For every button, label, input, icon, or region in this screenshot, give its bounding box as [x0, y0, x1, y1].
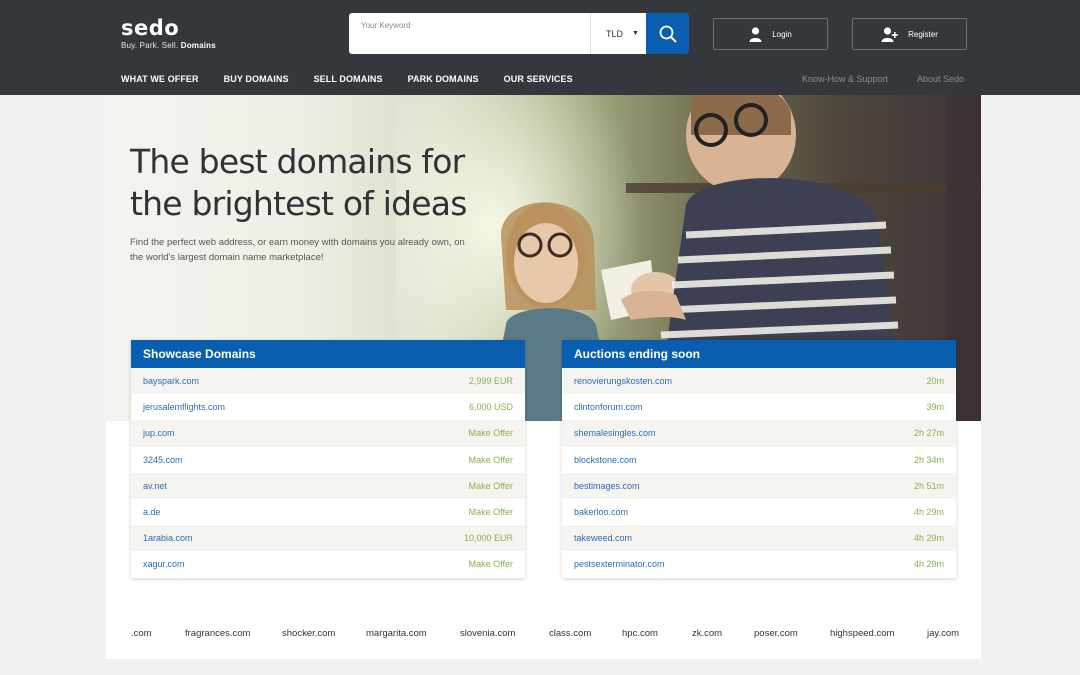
domain-link[interactable]: bayspark.com [143, 376, 199, 386]
main-nav: WHAT WE OFFER BUY DOMAINS SELL DOMAINS P… [121, 74, 598, 84]
domain-link[interactable]: xagur.com [143, 559, 185, 569]
auctions-title: Auctions ending soon [562, 340, 956, 368]
nav-park-domains[interactable]: PARK DOMAINS [408, 74, 479, 84]
user-icon [749, 26, 762, 42]
nav-our-services[interactable]: OUR SERVICES [504, 74, 573, 84]
ticker-item[interactable]: hpc.com [622, 628, 658, 639]
auctions-list: renovierungskosten.com 20m clintonforum.c… [562, 368, 956, 578]
nav-sell-domains[interactable]: SELL DOMAINS [314, 74, 383, 84]
price: Make Offer [468, 454, 513, 465]
time-left: 39m [926, 402, 944, 413]
list-item[interactable]: bestimages.com 2h 51m [562, 472, 956, 499]
ticker-item[interactable]: highspeed.com [830, 628, 894, 639]
domain-link[interactable]: renovierungskosten.com [574, 376, 672, 386]
list-item[interactable]: bakerloo.com 4h 29m [562, 499, 956, 525]
list-item[interactable]: av.net Make Offer [131, 472, 525, 499]
domain-link[interactable]: shemalesingles.com [574, 428, 656, 438]
register-button[interactable]: Register [852, 18, 967, 50]
tld-select[interactable]: TLD ▼ [590, 13, 646, 54]
login-button[interactable]: Login [713, 18, 828, 50]
list-item[interactable]: xagur.com Make Offer [131, 551, 525, 577]
nav-about-sedo[interactable]: About Sedo [917, 74, 964, 84]
time-left: 2h 27m [913, 428, 944, 439]
nav-buy-domains[interactable]: BUY DOMAINS [224, 74, 289, 84]
domain-link[interactable]: pestsexterminator.com [574, 559, 665, 569]
time-left: 4h 29m [913, 507, 944, 518]
search-bar: Your Keyword TLD ▼ [349, 13, 689, 54]
tld-label: TLD [606, 28, 624, 39]
domain-link[interactable]: jerusalemflights.com [143, 402, 225, 412]
hero-subtitle: Find the perfect web address, or earn mo… [130, 237, 465, 263]
domain-ticker: .com fragrances.com shocker.com margarit… [106, 628, 981, 642]
hero-title-line-1: The best domains for [130, 142, 465, 181]
list-item[interactable]: clintonforum.com 39m [562, 394, 956, 420]
price: 6,000 USD [468, 402, 513, 413]
time-left: 4h 29m [913, 559, 944, 570]
price: Make Offer [468, 480, 513, 491]
ticker-item[interactable]: jay.com [927, 628, 959, 639]
nav-what-we-offer[interactable]: WHAT WE OFFER [121, 74, 199, 84]
logo-tagline: Buy. Park. Sell. Domains [121, 41, 216, 50]
chevron-down-icon: ▼ [632, 30, 639, 37]
price: Make Offer [468, 428, 513, 439]
domain-link[interactable]: a.de [143, 507, 161, 517]
price: Make Offer [468, 559, 513, 570]
list-item[interactable]: shemalesingles.com 2h 27m [562, 420, 956, 447]
ticker-item[interactable]: slovenia.com [460, 628, 515, 639]
ticker-item[interactable]: shocker.com [282, 628, 335, 639]
logo-name: sedo [121, 16, 180, 40]
auctions-card: Auctions ending soon renovierungskosten.… [562, 340, 956, 578]
domain-link[interactable]: bakerloo.com [574, 507, 628, 517]
register-label: Register [908, 29, 938, 39]
list-item[interactable]: 1arabia.com 10,000 EUR [131, 525, 525, 552]
list-item[interactable]: renovierungskosten.com 20m [562, 368, 956, 395]
list-item[interactable]: 3245.com Make Offer [131, 447, 525, 473]
ticker-item[interactable]: margarita.com [366, 628, 427, 639]
list-item[interactable]: takeweed.com 4h 29m [562, 525, 956, 552]
hero-title-line-2: the brightest of ideas [130, 184, 467, 223]
time-left: 4h 29m [913, 533, 944, 544]
ticker-item[interactable]: class.com [549, 628, 591, 639]
list-item[interactable]: a.de Make Offer [131, 499, 525, 525]
time-left: 20m [926, 376, 944, 387]
showcase-domains-card: Showcase Domains bayspark.com 2,999 EUR j… [131, 340, 525, 578]
price: Make Offer [468, 507, 513, 518]
ticker-item[interactable]: poser.com [754, 628, 798, 639]
nav-know-how-support[interactable]: Know-How & Support [802, 74, 888, 84]
logo[interactable]: sedo Buy. Park. Sell. Domains [121, 16, 216, 50]
user-plus-icon [881, 26, 898, 42]
search-input[interactable] [349, 13, 590, 54]
showcase-list: bayspark.com 2,999 EUR jerusalemflights.c… [131, 368, 525, 578]
list-item[interactable]: pestsexterminator.com 4h 29m [562, 551, 956, 577]
search-button[interactable] [646, 13, 689, 54]
main-content: The best domains for the brightest of id… [106, 95, 981, 659]
price: 2,999 EUR [468, 376, 513, 387]
ticker-item[interactable]: fragrances.com [185, 628, 250, 639]
login-label: Login [772, 29, 792, 39]
list-item[interactable]: jerusalemflights.com 6,000 USD [131, 394, 525, 420]
domain-link[interactable]: blockstone.com [574, 455, 637, 465]
domain-link[interactable]: takeweed.com [574, 533, 632, 543]
search-icon [659, 25, 677, 43]
domain-link[interactable]: jup.com [143, 428, 175, 438]
ticker-item[interactable]: zk.com [692, 628, 722, 639]
domain-link[interactable]: 3245.com [143, 455, 183, 465]
hero-title: The best domains for the brightest of id… [130, 141, 467, 225]
domain-link[interactable]: 1arabia.com [143, 533, 193, 543]
list-item[interactable]: blockstone.com 2h 34m [562, 447, 956, 473]
domain-link[interactable]: clintonforum.com [574, 402, 643, 412]
list-item[interactable]: jup.com Make Offer [131, 420, 525, 447]
time-left: 2h 51m [913, 480, 944, 491]
domain-link[interactable]: av.net [143, 481, 167, 491]
domain-link[interactable]: bestimages.com [574, 481, 640, 491]
list-item[interactable]: bayspark.com 2,999 EUR [131, 368, 525, 395]
time-left: 2h 34m [913, 454, 944, 465]
price: 10,000 EUR [463, 533, 513, 544]
showcase-title: Showcase Domains [131, 340, 525, 368]
ticker-item[interactable]: .com [131, 628, 152, 639]
site-header: sedo Buy. Park. Sell. Domains Your Keywo… [0, 0, 1080, 95]
